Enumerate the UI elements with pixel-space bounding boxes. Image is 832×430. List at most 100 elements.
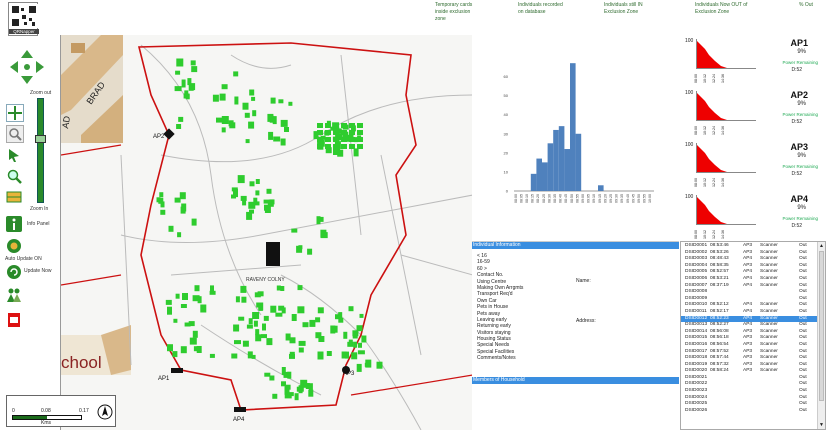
house-marker[interactable]: [248, 121, 255, 129]
table-row[interactable]: DSID0015 08:56:18 AP3 Scanner Out: [681, 335, 818, 342]
house-marker[interactable]: [234, 96, 239, 105]
house-marker[interactable]: [261, 334, 267, 339]
house-marker[interactable]: [231, 194, 236, 199]
house-marker[interactable]: [174, 86, 182, 92]
house-marker[interactable]: [266, 188, 272, 194]
house-marker[interactable]: [192, 330, 198, 338]
house-marker[interactable]: [256, 302, 262, 308]
house-marker[interactable]: [165, 299, 172, 305]
house-marker[interactable]: [233, 324, 240, 332]
house-marker[interactable]: [238, 316, 245, 321]
scroll-up-icon[interactable]: ▲: [818, 242, 825, 250]
house-marker[interactable]: [315, 317, 321, 323]
house-marker[interactable]: [337, 149, 344, 157]
house-marker[interactable]: [197, 296, 202, 304]
house-marker[interactable]: [200, 304, 207, 313]
house-marker[interactable]: [159, 192, 164, 198]
house-marker[interactable]: [167, 306, 172, 315]
house-marker[interactable]: [349, 137, 355, 142]
map-view[interactable]: BRAD AD RAVENY COLNY chool AP2 AP1 AP4 A…: [60, 35, 472, 430]
house-marker[interactable]: [209, 290, 216, 295]
house-marker[interactable]: [176, 58, 184, 67]
house-marker[interactable]: [229, 122, 236, 129]
house-marker[interactable]: [174, 197, 181, 203]
house-marker[interactable]: [189, 83, 196, 91]
house-marker[interactable]: [275, 312, 283, 317]
house-marker[interactable]: [245, 139, 250, 144]
select-tool-button[interactable]: [6, 147, 24, 165]
house-marker[interactable]: [317, 144, 323, 149]
house-marker[interactable]: [268, 131, 274, 140]
zoom-box-button[interactable]: [6, 125, 24, 143]
house-marker[interactable]: [248, 318, 253, 325]
house-marker[interactable]: [308, 389, 314, 397]
house-marker[interactable]: [231, 187, 238, 192]
house-marker[interactable]: [357, 130, 363, 135]
house-marker[interactable]: [193, 346, 199, 352]
table-row[interactable]: DSID0010 08:52:12 AP4 Scanner Out: [681, 302, 818, 309]
house-marker[interactable]: [233, 71, 239, 77]
house-marker[interactable]: [272, 393, 278, 399]
house-marker[interactable]: [276, 285, 281, 291]
house-marker[interactable]: [173, 318, 178, 323]
house-marker[interactable]: [317, 307, 324, 314]
house-marker[interactable]: [349, 130, 355, 135]
ap1-marker[interactable]: [171, 368, 183, 373]
house-marker[interactable]: [358, 342, 362, 348]
house-marker[interactable]: [253, 320, 258, 327]
house-marker[interactable]: [343, 331, 348, 339]
house-marker[interactable]: [302, 322, 309, 328]
house-marker[interactable]: [183, 93, 190, 99]
house-marker[interactable]: [160, 201, 165, 208]
table-row[interactable]: DSID0001 08:53:46 AP3 Scanner Out: [681, 243, 818, 250]
house-marker[interactable]: [251, 96, 256, 101]
house-marker[interactable]: [255, 334, 262, 342]
zoom-slider[interactable]: [37, 98, 44, 203]
house-marker[interactable]: [249, 209, 254, 214]
scroll-thumb[interactable]: [819, 251, 824, 401]
house-marker[interactable]: [284, 127, 289, 132]
house-marker[interactable]: [180, 304, 187, 308]
house-marker[interactable]: [341, 130, 347, 135]
house-marker[interactable]: [353, 341, 358, 348]
device-status-table[interactable]: DSID0001 08:53:46 AP3 Scanner Out DSID0002 08:…: [680, 241, 826, 430]
ap-status-ap1[interactable]: 100 AP1 9% Power Remaining D:52 08:00 10:12 12:…: [680, 38, 826, 91]
map-canvas[interactable]: BRAD AD RAVENY COLNY chool AP2 AP1 AP4 A…: [61, 35, 472, 430]
house-marker[interactable]: [172, 351, 178, 358]
house-marker[interactable]: [309, 319, 316, 327]
house-marker[interactable]: [244, 112, 250, 118]
app-logo[interactable]: QRNapper: [8, 2, 39, 36]
zoom-tool-button[interactable]: [6, 168, 24, 186]
house-marker[interactable]: [180, 206, 186, 214]
info-panel-button[interactable]: [6, 216, 24, 234]
house-marker[interactable]: [296, 245, 303, 253]
house-marker[interactable]: [263, 315, 269, 321]
table-row[interactable]: DSID0020 08:58:24 AP3 Scanner Out: [681, 368, 818, 375]
house-marker[interactable]: [348, 306, 354, 312]
house-marker[interactable]: [269, 199, 275, 205]
house-marker[interactable]: [341, 137, 347, 142]
house-marker[interactable]: [333, 130, 339, 135]
house-marker[interactable]: [251, 354, 256, 359]
house-marker[interactable]: [194, 285, 200, 292]
house-marker[interactable]: [221, 127, 226, 133]
house-marker[interactable]: [252, 110, 257, 117]
house-marker[interactable]: [181, 79, 186, 88]
house-marker[interactable]: [262, 323, 266, 331]
house-marker[interactable]: [357, 350, 365, 355]
ap-status-ap4[interactable]: 100 AP4 9% Power Remaining D:52 08:00 10:12 12:…: [680, 194, 826, 247]
house-marker[interactable]: [242, 340, 249, 347]
house-marker[interactable]: [179, 192, 186, 200]
house-marker[interactable]: [231, 353, 238, 359]
house-marker[interactable]: [263, 199, 270, 204]
house-marker[interactable]: [325, 144, 331, 149]
house-marker[interactable]: [326, 351, 332, 356]
house-marker[interactable]: [347, 341, 354, 347]
house-marker[interactable]: [297, 285, 303, 291]
auto-update-button[interactable]: [6, 238, 24, 256]
pdf-export-button[interactable]: [6, 312, 24, 330]
house-marker[interactable]: [237, 175, 245, 184]
house-marker[interactable]: [272, 116, 277, 125]
house-marker[interactable]: [167, 344, 173, 352]
layers-button[interactable]: [6, 189, 24, 207]
